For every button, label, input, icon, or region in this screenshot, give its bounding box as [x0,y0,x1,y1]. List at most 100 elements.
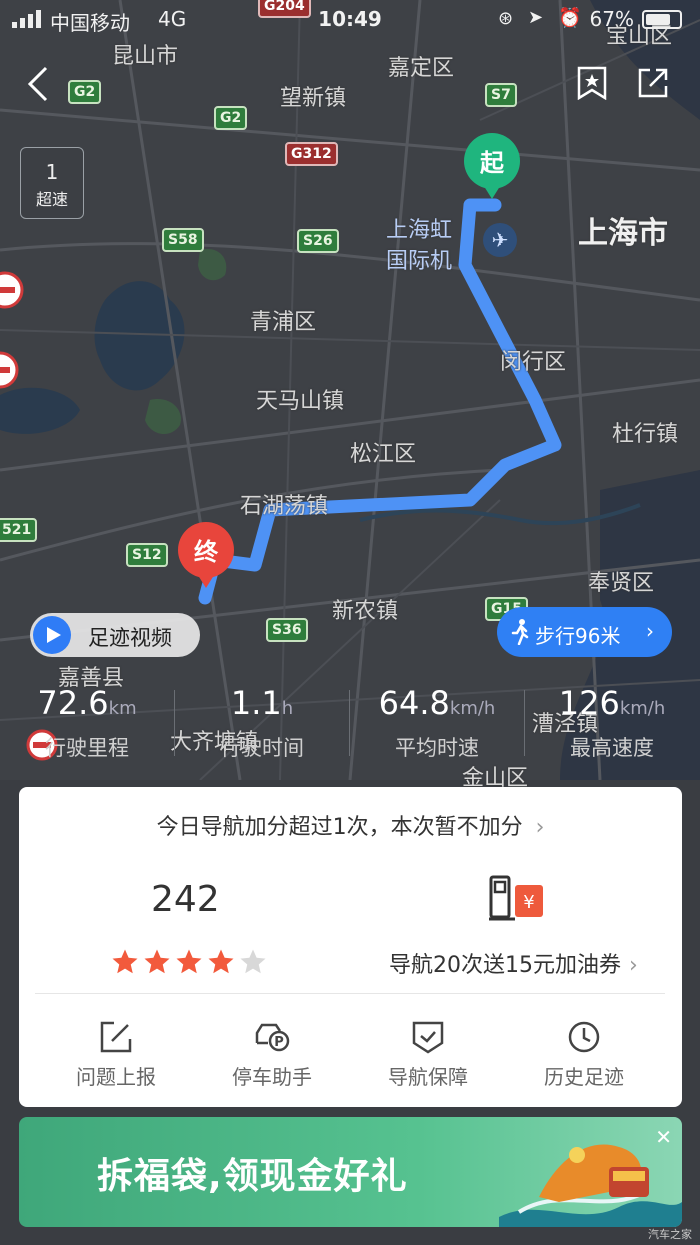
highway-shield: G2 [214,106,248,130]
highway-shield: S12 [126,543,168,567]
watermark: 汽车之家 [648,1228,692,1241]
promo-banner-text: 拆福袋,领现金好礼 [97,1156,408,1197]
edit-report-icon [100,1021,132,1053]
stat-duration: 1.1h 行驶时间 [175,684,349,762]
alarm-icon: ⏰ [558,7,582,29]
walking-person-icon [511,619,529,645]
stat-value: 64.8 [378,684,450,722]
overspeed-count: 1 [45,160,59,184]
score-notice-text: 今日导航加分超过1次，本次暂不加分 [156,815,523,840]
place-label: 石湖荡镇 [240,494,329,519]
place-label: 昆山市 [112,44,179,69]
star-rating [109,947,269,981]
driving-score: 242 [151,879,220,920]
back-button[interactable] [24,64,54,108]
chevron-right-icon: › [646,619,654,643]
stat-unit: km/h [619,698,666,719]
stat-avg-speed: 64.8km/h 平均时速 [350,684,524,762]
tool-navigation-guarantee[interactable]: 导航保障 [363,1019,493,1090]
chevron-left-icon [27,66,48,102]
end-pin-label: 终 [194,538,218,566]
highway-shield: G2 [68,80,102,104]
trip-summary-card: 今日导航加分超过1次，本次暂不加分 › 242 ¥ 导航20次送15元加油券 › … [19,787,682,1107]
start-pin[interactable]: 起 [462,133,522,203]
start-pin-label: 起 [480,149,504,177]
battery-icon [642,10,682,29]
place-label: 杜行镇 [612,422,679,447]
end-pin[interactable]: 终 [176,522,236,592]
star-empty-icon [240,949,266,974]
svg-text:✈: ✈ [492,228,509,252]
highway-shield: S7 [485,83,517,107]
clock-history-icon [568,1021,600,1053]
star-filled-icon [144,949,170,974]
stat-label: 行驶时间 [220,736,304,760]
stat-value: 126 [558,684,620,722]
stat-unit: km/h [449,698,496,719]
highway-shield: 521 [0,518,38,542]
svg-text:P: P [274,1035,284,1050]
star-filled-icon [112,949,138,974]
tool-label: 导航保障 [388,1065,468,1089]
place-label-city: 上海市 [578,216,668,251]
chevron-right-icon: › [629,953,638,978]
tool-history-footprint[interactable]: 历史足迹 [519,1019,649,1090]
stat-value: 1.1 [230,684,282,722]
location-arrow-icon: ➤ [528,7,544,28]
tool-parking-assistant[interactable]: P 停车助手 [207,1019,337,1090]
walk-distance-button[interactable]: 步行96米 › [497,607,672,657]
tool-report-issue[interactable]: 问题上报 [51,1019,181,1090]
highway-shield: S58 [162,228,204,252]
parking-car-icon: P [255,1023,290,1052]
place-label: 上海虹 [386,218,453,243]
tool-label: 历史足迹 [544,1065,624,1089]
tool-label: 停车助手 [232,1065,312,1089]
share-icon [638,68,668,98]
fuel-coupon-icon: ¥ [489,873,545,927]
tool-label: 问题上报 [76,1065,156,1089]
fuel-coupon-label: 导航20次送15元加油券 [389,953,621,978]
status-bar: 中国移动 4G 10:49 ⊛ ➤ ⏰ 67% [0,0,700,40]
highway-shield: G312 [285,142,338,166]
close-icon[interactable]: ✕ [655,1125,672,1149]
stat-distance: 72.6km 行驶里程 [0,684,174,762]
footprint-video-label: 足迹视频 [88,626,172,650]
walk-distance-label: 步行96米 [535,624,621,648]
chevron-right-icon: › [535,815,545,840]
highway-shield: S36 [266,618,308,642]
place-label: 闵行区 [500,350,567,375]
place-label: 新农镇 [332,599,399,624]
stat-label: 最高速度 [570,736,654,760]
bookmark-star-icon [577,66,607,101]
overspeed-counter[interactable]: 1 超速 [20,147,84,219]
stat-unit: h [281,698,294,719]
place-label: 国际机 [386,249,453,274]
overspeed-label: 超速 [35,190,68,209]
fuel-coupon-link[interactable]: 导航20次送15元加油券 › [389,947,638,979]
favorite-button[interactable] [575,66,609,104]
stat-max-speed: 126km/h 最高速度 [525,684,699,762]
stat-label: 行驶里程 [45,736,129,760]
place-label: 奉贤区 [588,571,655,596]
place-label: 望新镇 [280,86,347,111]
battery-percent: 67% [589,7,634,31]
share-button[interactable] [636,66,670,104]
rotation-lock-icon: ⊛ [498,8,514,29]
star-filled-icon [176,949,202,974]
place-label: 嘉定区 [388,56,455,81]
stat-label: 平均时速 [395,736,479,760]
stat-value: 72.6 [37,684,109,722]
promo-banner[interactable]: 拆福袋,领现金好礼 ✕ [19,1117,682,1227]
footprint-video-button[interactable]: 足迹视频 [30,613,200,657]
score-notice[interactable]: 今日导航加分超过1次，本次暂不加分 › [19,809,682,841]
star-filled-icon [208,949,234,974]
play-icon [33,616,71,654]
shield-check-icon [412,1021,444,1054]
divider [35,993,665,994]
svg-text:¥: ¥ [523,892,534,913]
stat-unit: km [108,698,137,719]
highway-shield: S26 [297,229,339,253]
place-label: 天马山镇 [256,389,345,414]
place-label: 松江区 [350,442,417,467]
place-label: 青浦区 [250,310,317,335]
